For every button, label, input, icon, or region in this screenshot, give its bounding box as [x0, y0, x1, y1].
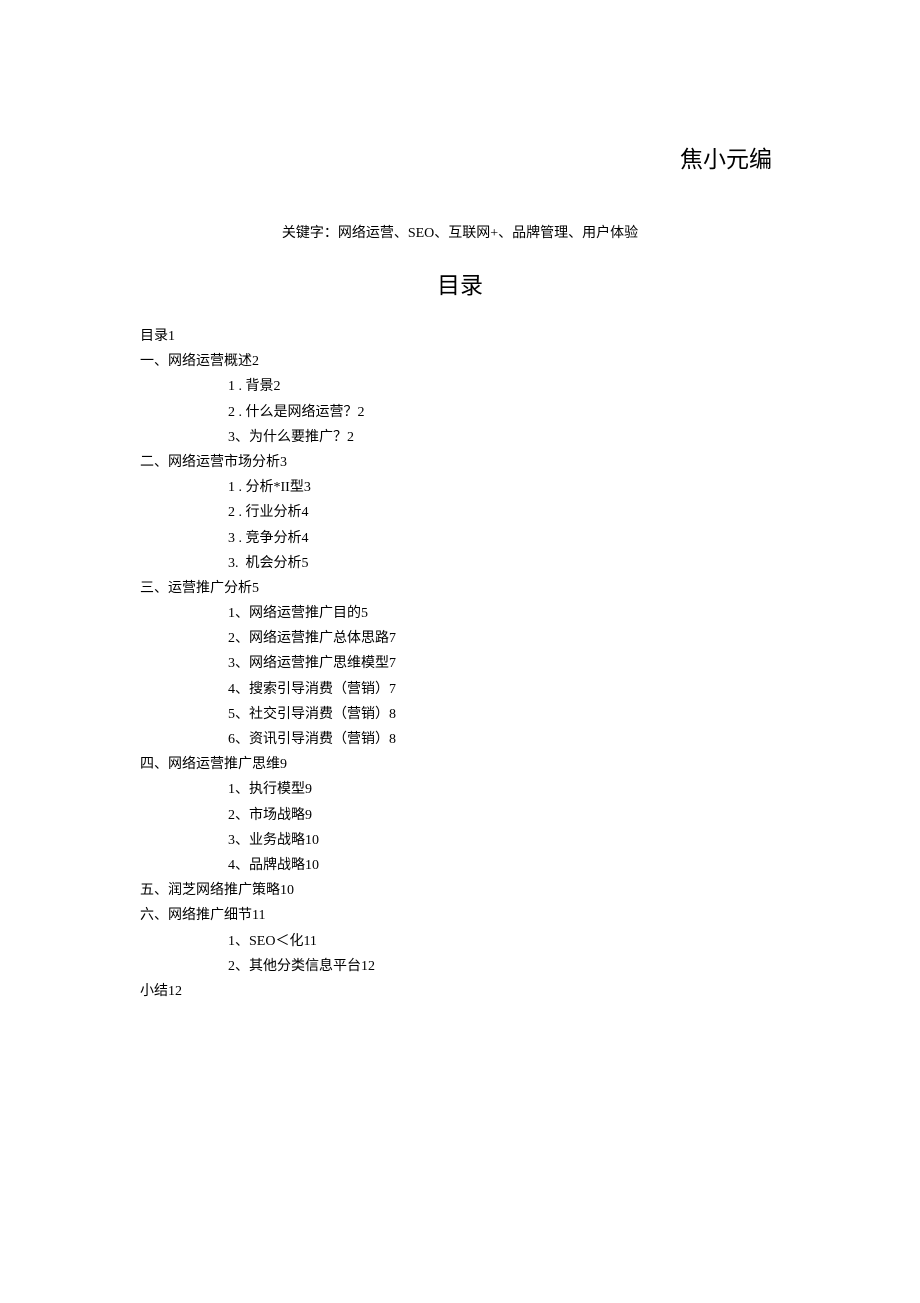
toc-entry: 3、业务战略10	[228, 828, 780, 853]
toc-entry: 1、执行模型9	[228, 777, 780, 802]
toc-entry: 2、其他分类信息平台12	[228, 954, 780, 979]
toc-entry: 1、网络运营推广目的5	[228, 601, 780, 626]
keywords-line: 关键字：网络运营、SEO、互联网+、品牌管理、用户体验	[140, 222, 780, 242]
toc-entry: 1、SEO＜化11	[228, 929, 780, 954]
toc-entry: 2 . 行业分析4	[228, 500, 780, 525]
toc-entry: 一、网络运营概述2	[140, 349, 780, 374]
toc-entry: 三、运营推广分析5	[140, 576, 780, 601]
toc-entry: 3、网络运营推广思维模型7	[228, 651, 780, 676]
toc-entry: 3. 机会分析5	[228, 551, 780, 576]
toc-entry: 2、市场战略9	[228, 803, 780, 828]
toc-entry: 4、搜索引导消费（营销）7	[228, 677, 780, 702]
toc-entry: 6、资讯引导消费（营销）8	[228, 727, 780, 752]
toc-entry: 四、网络运营推广思维9	[140, 752, 780, 777]
toc-entry: 3 . 竞争分析4	[228, 526, 780, 551]
toc-entry: 4、品牌战略10	[228, 853, 780, 878]
toc-entry: 2 . 什么是网络运营？2	[228, 400, 780, 425]
toc-title: 目录	[140, 266, 780, 300]
toc-entry: 3、为什么要推广？2	[228, 425, 780, 450]
toc-entry: 目录1	[140, 324, 780, 349]
toc-entry: 二、网络运营市场分析3	[140, 450, 780, 475]
toc-entry: 五、润芝网络推广策略10	[140, 878, 780, 903]
toc-entry: 六、网络推广细节11	[140, 903, 780, 928]
toc-entry: 2、网络运营推广总体思路7	[228, 626, 780, 651]
table-of-contents: 目录1一、网络运营概述21 . 背景22 . 什么是网络运营？23、为什么要推广…	[140, 324, 780, 1004]
toc-entry: 小结12	[140, 979, 780, 1004]
toc-entry: 1 . 背景2	[228, 374, 780, 399]
toc-entry: 1 . 分析*II型3	[228, 475, 780, 500]
author-name: 焦小元编	[140, 140, 780, 174]
toc-entry: 5、社交引导消费（营销）8	[228, 702, 780, 727]
document-page: 焦小元编 关键字：网络运营、SEO、互联网+、品牌管理、用户体验 目录 目录1一…	[0, 0, 920, 1004]
